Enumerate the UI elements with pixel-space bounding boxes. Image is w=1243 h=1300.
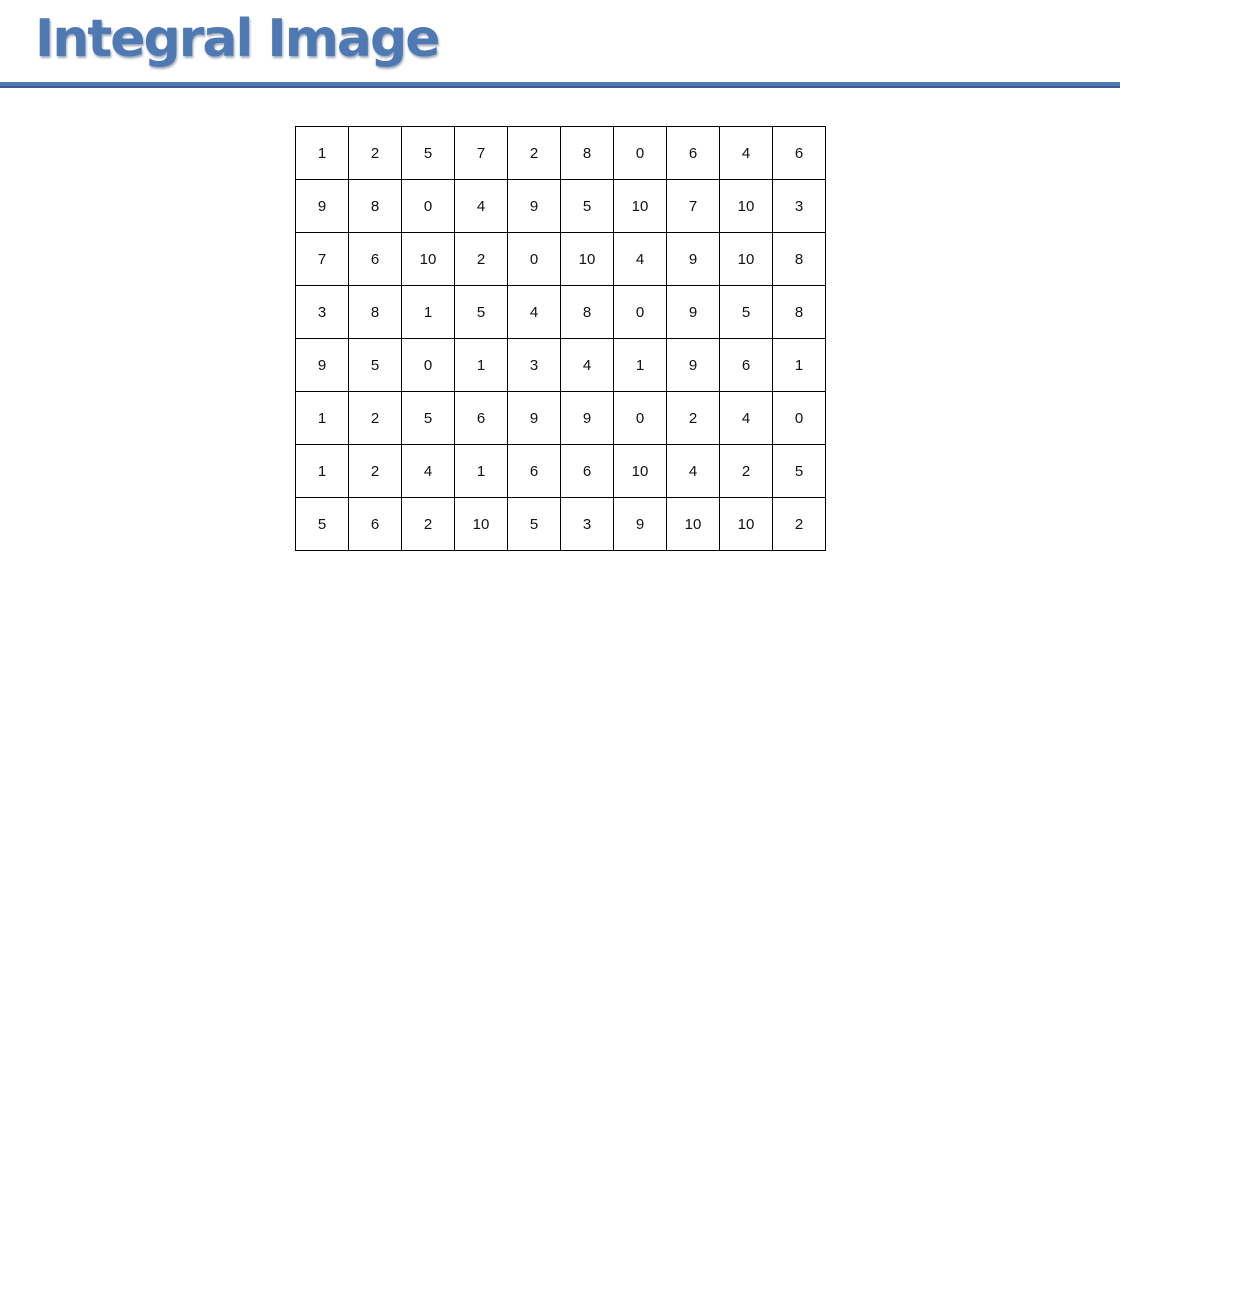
grid-row: 1 2 4 1 6 6 10 4 2 5 [295,444,826,498]
grid-cell: 2 [719,444,773,498]
grid-cell: 8 [348,285,402,339]
grid-cell: 4 [613,232,667,286]
grid-cell: 10 [613,179,667,233]
grid-cell: 5 [454,285,508,339]
grid-row: 7 6 10 2 0 10 4 9 10 8 [295,232,826,286]
grid-cell: 9 [666,285,720,339]
grid-cell: 10 [719,232,773,286]
grid-cell: 8 [772,232,826,286]
grid-cell: 6 [719,338,773,392]
grid-cell: 4 [560,338,614,392]
grid-cell: 4 [507,285,561,339]
pixel-grid: 1 2 5 7 2 8 0 6 4 6 9 8 0 4 9 5 10 7 10 3 7 6 10 2 0 10 4 9 10 8 3 8 1 5 4… [295,126,826,551]
grid-cell: 10 [401,232,455,286]
grid-cell: 3 [507,338,561,392]
grid-cell: 10 [560,232,614,286]
grid-cell: 10 [666,497,720,551]
grid-cell: 1 [401,285,455,339]
grid-cell: 6 [454,391,508,445]
grid-cell: 6 [772,126,826,180]
grid-cell: 7 [454,126,508,180]
grid-cell: 0 [401,338,455,392]
grid-cell: 6 [666,126,720,180]
grid-cell: 6 [507,444,561,498]
grid-cell: 3 [772,179,826,233]
grid-cell: 5 [401,126,455,180]
grid-cell: 1 [613,338,667,392]
grid-cell: 4 [401,444,455,498]
grid-cell: 1 [772,338,826,392]
grid-cell: 2 [772,497,826,551]
grid-cell: 9 [666,338,720,392]
grid-cell: 9 [666,232,720,286]
grid-cell: 8 [560,126,614,180]
grid-cell: 4 [454,179,508,233]
grid-row: 1256990240 [295,391,826,445]
grid-cell: 8 [348,179,402,233]
grid-cell: 2 [454,232,508,286]
grid-cell: 10 [613,444,667,498]
title-underline [0,82,1120,88]
grid-cell: 4 [719,391,773,445]
page-title: Integral Image [35,9,440,69]
grid-cell: 8 [772,285,826,339]
grid-body: 1 2 5 7 2 8 0 6 4 6 9 8 0 4 9 5 10 7 10 3 7 6 10 2 0 10 4 9 10 8 3 8 1 5 4… [295,126,826,551]
grid-cell: 5 [507,497,561,551]
grid-cell: 0 [507,232,561,286]
grid-cell: 10 [719,497,773,551]
grid-cell: 2 [401,497,455,551]
grid-cell: 3 [295,285,349,339]
grid-cell: 0 [772,391,826,445]
grid-cell: 7 [666,179,720,233]
grid-cell: 1 [295,126,349,180]
grid-cell: 2 [348,391,402,445]
grid-cell: 0 [613,285,667,339]
grid-row: 9501341961 [295,338,826,392]
grid-cell: 7 [295,232,349,286]
grid-cell: 6 [348,232,402,286]
grid-cell: 9 [295,179,349,233]
grid-cell: 2 [507,126,561,180]
grid-cell: 9 [560,391,614,445]
grid-cell: 3 [560,497,614,551]
grid-cell: 5 [560,179,614,233]
grid-cell: 5 [772,444,826,498]
grid-cell: 10 [719,179,773,233]
grid-cell: 1 [295,444,349,498]
grid-cell: 2 [348,126,402,180]
grid-cell: 5 [719,285,773,339]
grid-row: 9 8 0 4 9 5 10 7 10 3 [295,179,826,233]
grid-row: 1257280646 [295,126,826,180]
grid-row: 3815480958 [295,285,826,339]
grid-cell: 6 [560,444,614,498]
grid-cell: 0 [401,179,455,233]
grid-cell: 1 [454,338,508,392]
grid-cell: 1 [295,391,349,445]
grid-cell: 1 [454,444,508,498]
grid-row: 5 6 2 10 5 3 9 10 10 2 [295,497,826,551]
grid-cell: 0 [613,126,667,180]
grid-cell: 2 [666,391,720,445]
grid-cell: 2 [348,444,402,498]
grid-cell: 9 [507,391,561,445]
grid-cell: 4 [666,444,720,498]
grid-cell: 9 [613,497,667,551]
grid-cell: 5 [295,497,349,551]
grid-cell: 5 [348,338,402,392]
grid-cell: 8 [560,285,614,339]
grid-cell: 9 [507,179,561,233]
grid-cell: 6 [348,497,402,551]
grid-cell: 5 [401,391,455,445]
grid-cell: 4 [719,126,773,180]
grid-cell: 0 [613,391,667,445]
grid-cell: 10 [454,497,508,551]
grid-cell: 9 [295,338,349,392]
